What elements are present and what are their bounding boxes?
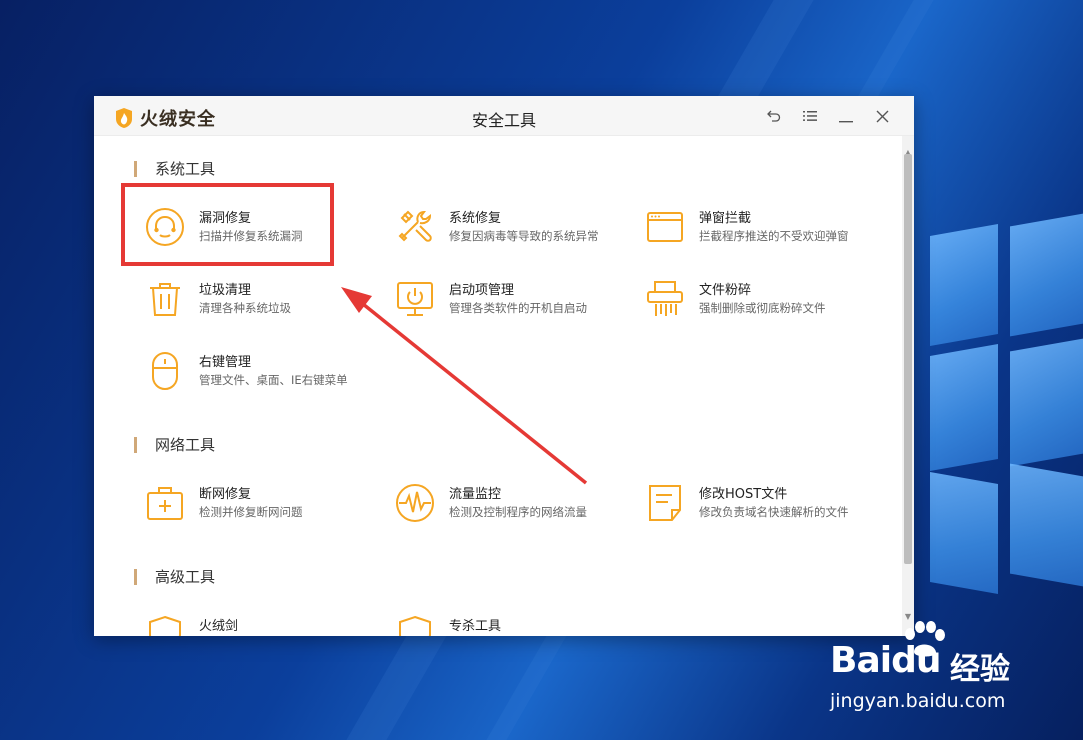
- tool-system-repair[interactable]: 系统修复 修复因病毒等导致的系统异常: [394, 206, 634, 260]
- minimize-icon: [839, 121, 853, 123]
- tool-edit-host-file[interactable]: 修改HOST文件 修改负责域名快速解析的文件: [644, 482, 884, 536]
- section-accent-bar: [134, 160, 137, 177]
- tool-name: 修改HOST文件: [699, 487, 788, 502]
- tool-vulnerability-repair[interactable]: 漏洞修复 扫描并修复系统漏洞: [144, 206, 384, 260]
- tool-desc: 检测并修复断网问题: [199, 505, 303, 519]
- section-label: 高级工具: [155, 568, 216, 586]
- tool-name: 火绒剑: [199, 619, 239, 634]
- tool-network-repair[interactable]: 断网修复 检测并修复断网问题: [144, 482, 384, 536]
- tool-name: 流量监控: [449, 487, 502, 502]
- menu-icon: [803, 111, 817, 121]
- title-bar: 火绒安全 安全工具: [94, 96, 914, 136]
- watermark-brand: Baidu: [830, 640, 941, 681]
- tool-desc: 拦截程序推送的不受欢迎弹窗: [699, 229, 849, 243]
- pulse-icon: [396, 484, 434, 522]
- back-icon: [767, 110, 781, 122]
- section-label: 网络工具: [155, 436, 216, 454]
- tool-name: 启动项管理: [449, 283, 515, 298]
- tools-icon: [398, 210, 432, 242]
- tool-name: 漏洞修复: [199, 211, 252, 226]
- shredder-icon: [647, 281, 683, 316]
- shield-icon: [399, 615, 431, 636]
- mouse-icon: [152, 352, 178, 390]
- tool-file-shredder[interactable]: 文件粉碎 强制删除或彻底粉碎文件: [644, 278, 884, 332]
- section-network-tools: 网络工具: [134, 434, 215, 455]
- section-advanced-tools: 高级工具: [134, 566, 215, 587]
- scrollbar-thumb[interactable]: [904, 154, 912, 564]
- tool-name: 垃圾清理: [199, 283, 252, 298]
- tools-content: 系统工具 漏洞修复 扫描并修复系统漏洞 系统修复 修复因病毒等导致的系统异常 弹…: [94, 136, 902, 636]
- trash-icon: [150, 283, 180, 316]
- minimize-button[interactable]: [828, 104, 864, 128]
- section-label: 系统工具: [155, 160, 216, 178]
- tool-desc: 检测及控制程序的网络流量: [449, 505, 587, 519]
- tool-desc: 管理各类软件的开机自启动: [449, 301, 587, 315]
- tool-huorong-sword[interactable]: 火绒剑: [144, 614, 384, 636]
- close-icon: [876, 110, 888, 122]
- popup-window-icon: [647, 212, 683, 242]
- tool-desc: 修复因病毒等导致的系统异常: [449, 229, 599, 243]
- watermark-cn: 经验: [950, 652, 1010, 687]
- tool-name: 弹窗拦截: [699, 211, 752, 226]
- back-button[interactable]: [756, 104, 792, 128]
- tool-name: 文件粉碎: [699, 283, 752, 298]
- baidu-watermark: Baidu 经验 jingyan.baidu.com: [820, 620, 1080, 735]
- menu-button[interactable]: [792, 104, 828, 128]
- tool-popup-blocker[interactable]: 弹窗拦截 拦截程序推送的不受欢迎弹窗: [644, 206, 884, 260]
- tool-desc: 管理文件、桌面、IE右键菜单: [199, 373, 348, 387]
- headset-icon: [146, 208, 184, 246]
- section-system-tools: 系统工具: [134, 158, 215, 179]
- tool-traffic-monitor[interactable]: 流量监控 检测及控制程序的网络流量: [394, 482, 634, 536]
- security-tools-window: 火绒安全 安全工具 系统工具 漏洞修复 扫描并修复系统漏洞 系统修复 修复因病毒…: [94, 96, 914, 636]
- section-accent-bar: [134, 568, 137, 585]
- tool-desc: 清理各种系统垃圾: [199, 301, 291, 315]
- tool-name: 系统修复: [449, 211, 502, 226]
- tool-desc: 扫描并修复系统漏洞: [199, 229, 303, 243]
- tool-startup-manager[interactable]: 启动项管理 管理各类软件的开机自启动: [394, 278, 634, 332]
- tool-special-killer[interactable]: 专杀工具: [394, 614, 634, 636]
- first-aid-icon: [147, 487, 183, 520]
- tool-name: 断网修复: [199, 487, 252, 502]
- tool-name: 专杀工具: [449, 619, 502, 634]
- tool-name: 右键管理: [199, 355, 252, 370]
- document-icon: [649, 485, 681, 521]
- shield-icon: [149, 615, 181, 636]
- tool-desc: 强制删除或彻底粉碎文件: [699, 301, 826, 315]
- tool-desc: 修改负责域名快速解析的文件: [699, 505, 849, 519]
- close-button[interactable]: [864, 104, 900, 128]
- tool-context-menu-manager[interactable]: 右键管理 管理文件、桌面、IE右键菜单: [144, 350, 384, 404]
- monitor-icon: [397, 282, 433, 316]
- watermark-url: jingyan.baidu.com: [830, 690, 1006, 712]
- tool-junk-cleanup[interactable]: 垃圾清理 清理各种系统垃圾: [144, 278, 384, 332]
- section-accent-bar: [134, 436, 137, 453]
